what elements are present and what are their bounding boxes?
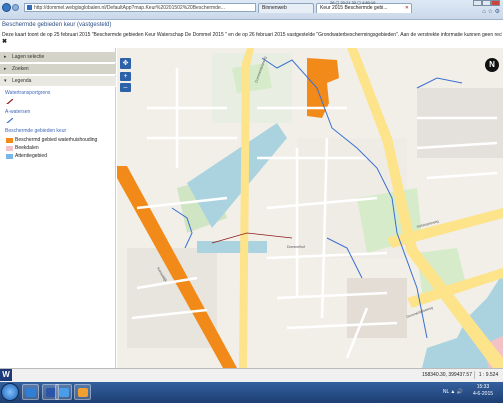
clock-date: 4-6-2015 [472, 391, 493, 397]
close-icon[interactable]: ✖ [2, 39, 8, 45]
favicon-icon [27, 5, 32, 11]
zoom-out-button[interactable]: – [120, 83, 131, 92]
tab-label: Binnenweb [262, 5, 287, 11]
legend-fill-swatch [6, 146, 13, 151]
map-view[interactable]: Dommeldalseweg Dommelhof Geldropseweg Do… [117, 48, 503, 368]
taskbar-paint-button[interactable] [74, 384, 91, 400]
system-status: 26 ▢ 20:21 33 ▢ 4:80:10 [330, 0, 376, 5]
svg-text:Dommelhof: Dommelhof [287, 245, 305, 249]
sidebar: ▸ Lagen selectie ▸ Zoeken ▾ Legenda Watertr… [0, 48, 116, 368]
page-subtitle: Deze kaart toont de op 25 februari 2015 … [2, 32, 502, 38]
system-tray[interactable]: NL ▲ 🔊 [425, 388, 463, 396]
start-button[interactable] [1, 383, 19, 401]
favorites-icons[interactable]: ⌂ ☆ ⚙ [460, 8, 500, 16]
accordion-legend[interactable]: ▾ Legenda [0, 76, 116, 87]
back-button[interactable] [2, 3, 11, 12]
legend-label: Beschermd gebied waterhuishouding [15, 137, 98, 143]
accordion-label: Lagen selectie [12, 54, 45, 60]
scale-readout: 1 : 9.524 [474, 371, 502, 379]
chevron-down-icon: ▾ [4, 78, 7, 84]
legend-label: Beekdalen [15, 145, 39, 151]
ie-icon [26, 388, 36, 397]
ie-icon [59, 388, 69, 397]
legend-line-symbol [6, 99, 13, 104]
tab-binnenweb[interactable]: Binnenweb [258, 3, 314, 13]
address-bar[interactable]: http://dommel.webgisglobalen.nl/DefaultA… [24, 3, 256, 12]
minimize-button[interactable] [473, 0, 482, 6]
accordion-label: Zoeken [12, 66, 29, 72]
legend-line-symbol [6, 118, 13, 123]
legend-fill-swatch [6, 154, 13, 159]
legend-heading: Watertransportgrens [5, 90, 51, 96]
clock-time: 15:33 [476, 384, 490, 390]
close-window-button[interactable] [491, 0, 500, 6]
window-controls[interactable] [473, 0, 503, 7]
legend-heading: Beschermde gebieden keur [5, 128, 67, 134]
legend-label: Attentiegebied [15, 153, 47, 159]
legend-fill-swatch [6, 138, 13, 143]
taskbar-ie2-button[interactable] [55, 384, 72, 400]
chevron-right-icon: ▸ [4, 66, 7, 72]
app-logo-icon: W [0, 369, 12, 381]
accordion-search[interactable]: ▸ Zoeken [0, 64, 116, 75]
accordion-layer-selection[interactable]: ▸ Lagen selectie [0, 52, 116, 63]
address-text: http://dommel.webgisglobalen.nl/DefaultA… [34, 5, 225, 11]
zoom-in-button[interactable]: + [120, 72, 131, 81]
forward-button[interactable] [12, 4, 19, 11]
chevron-right-icon: ▸ [4, 54, 7, 60]
taskbar-ie-button[interactable] [22, 384, 39, 400]
map-canvas: Dommeldalseweg Dommelhof Geldropseweg Do… [117, 48, 503, 368]
legend-heading: A-watersen [5, 109, 31, 115]
pan-control[interactable]: ✥ [120, 58, 131, 69]
page-title: Beschermde gebieden keur (vastgesteld) [2, 22, 112, 28]
maximize-button[interactable] [482, 0, 491, 6]
north-arrow-icon: N [485, 58, 499, 72]
coordinate-readout: 158340.30, 399437.57 [421, 372, 472, 378]
paint-icon [78, 388, 88, 397]
accordion-label: Legenda [12, 78, 32, 84]
clock[interactable]: 15:33 4-6-2015 [465, 384, 501, 400]
